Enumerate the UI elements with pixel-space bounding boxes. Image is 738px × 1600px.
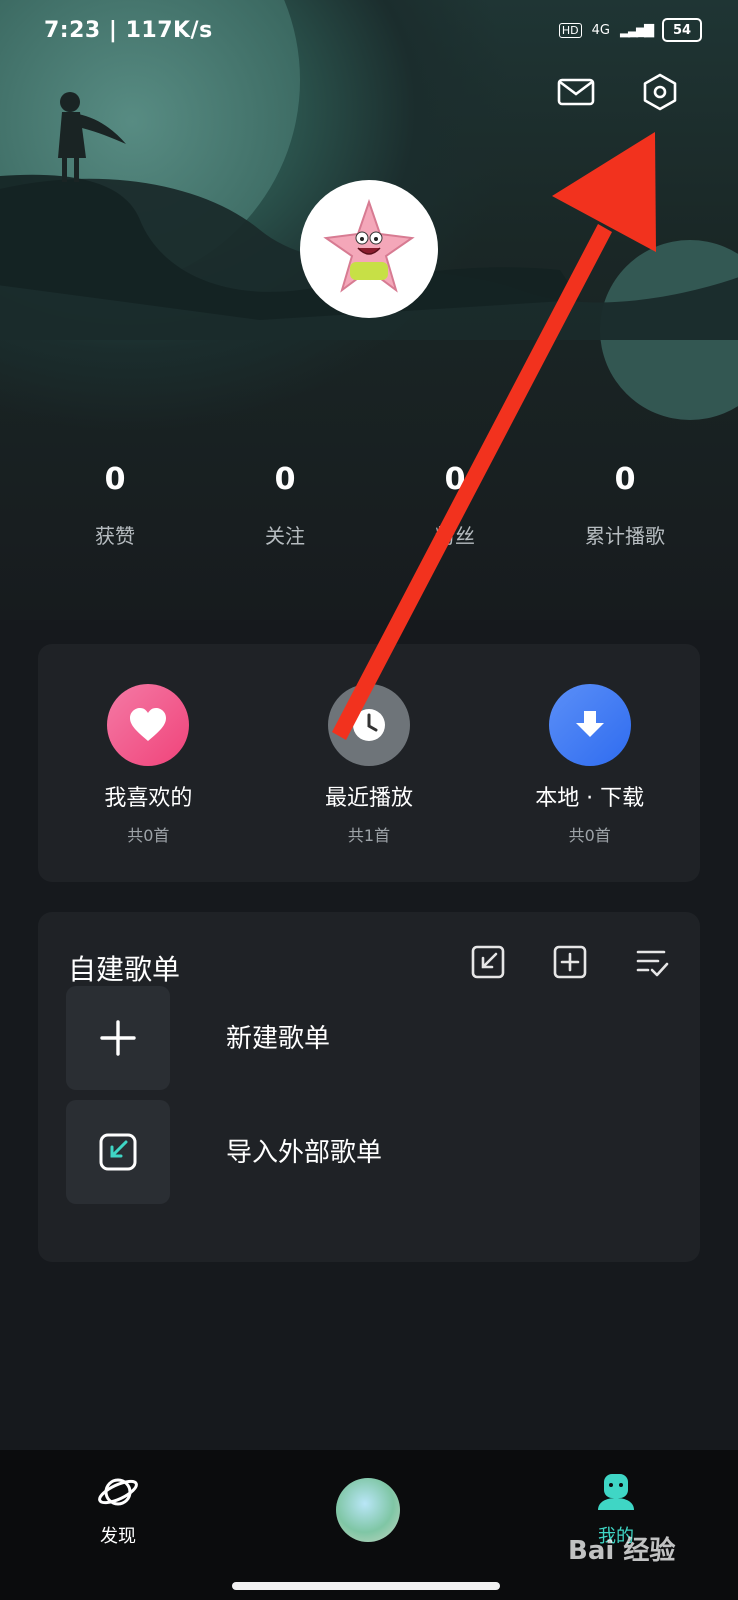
- tab-discover-label: 发现: [100, 1526, 136, 1547]
- network-type: 4G: [591, 22, 610, 38]
- quick-access-card: 我喜欢的 共0首 最近播放 共1首 本地 · 下载 共0首: [38, 644, 700, 882]
- download-icon: [548, 684, 631, 766]
- new-playlist-label: 新建歌单: [226, 1024, 331, 1054]
- profile-stats: 0 获赞 0 关注 0 粉丝 0 累计播歌: [30, 462, 710, 549]
- local-download-entry[interactable]: 本地 · 下载 共0首: [479, 644, 700, 882]
- clock-icon: [328, 684, 410, 766]
- recent-play-label: 最近播放: [325, 786, 414, 811]
- favorites-entry[interactable]: 我喜欢的 共0首: [38, 644, 259, 882]
- status-bar: 7:23 | 117K/s HD 4G ▂▃▅▇ 54: [0, 0, 738, 64]
- stat-value: 0: [444, 462, 466, 497]
- stat-label: 关注: [265, 524, 305, 548]
- manage-list-icon[interactable]: [634, 944, 670, 980]
- battery-icon: 54: [662, 18, 702, 42]
- stat-total-plays[interactable]: 0 累计播歌: [540, 462, 710, 549]
- recent-play-entry[interactable]: 最近播放 共1首: [259, 644, 480, 882]
- import-playlist-icon: [66, 1100, 170, 1204]
- new-playlist-row[interactable]: 新建歌单: [66, 986, 666, 1090]
- stat-likes[interactable]: 0 获赞: [30, 462, 200, 549]
- import-playlist-label: 导入外部歌单: [226, 1138, 383, 1168]
- girl-silhouette-icon: [58, 92, 126, 182]
- stat-value: 0: [274, 462, 296, 497]
- stat-value: 0: [614, 462, 636, 497]
- planet-icon: [98, 1478, 138, 1506]
- stat-fans[interactable]: 0 粉丝: [370, 462, 540, 549]
- playlist-section-title: 自建歌单: [68, 953, 181, 986]
- gesture-handle[interactable]: [232, 1582, 500, 1590]
- stat-label: 获赞: [95, 524, 135, 548]
- user-icon: [598, 1474, 634, 1510]
- add-playlist-icon[interactable]: [552, 944, 588, 980]
- recent-play-count: 共1首: [347, 826, 391, 845]
- signal-icon: ▂▃▅▇: [620, 22, 654, 38]
- stat-value: 0: [104, 462, 126, 497]
- import-icon[interactable]: [470, 944, 506, 980]
- album-cover-icon: [336, 1478, 400, 1542]
- favorites-count: 共0首: [127, 826, 170, 845]
- bottom-tab-bar: 发现 我的: [0, 1450, 738, 1600]
- stat-label: 粉丝: [435, 524, 475, 548]
- status-time: 7:23 | 117K/s: [44, 18, 213, 43]
- local-download-label: 本地 · 下载: [535, 786, 645, 811]
- tab-discover[interactable]: 发现: [96, 1472, 140, 1548]
- my-playlists-card: 自建歌单 新建歌单 导入外部歌单: [38, 912, 700, 1262]
- local-download-count: 共0首: [568, 826, 611, 845]
- hd-icon: HD: [558, 22, 582, 38]
- starfish-avatar-icon: [323, 198, 415, 293]
- favorites-label: 我喜欢的: [104, 786, 193, 811]
- settings-icon[interactable]: [640, 72, 680, 112]
- stat-label: 累计播歌: [585, 524, 665, 548]
- plus-icon: [66, 986, 170, 1090]
- mail-icon[interactable]: [556, 72, 596, 112]
- now-playing-disc[interactable]: [336, 1478, 400, 1542]
- avatar[interactable]: [300, 180, 438, 318]
- stat-following[interactable]: 0 关注: [200, 462, 370, 549]
- import-playlist-row[interactable]: 导入外部歌单: [66, 1100, 666, 1204]
- heart-icon: [107, 684, 190, 766]
- baidu-watermark: Bai 经验: [568, 1536, 676, 1566]
